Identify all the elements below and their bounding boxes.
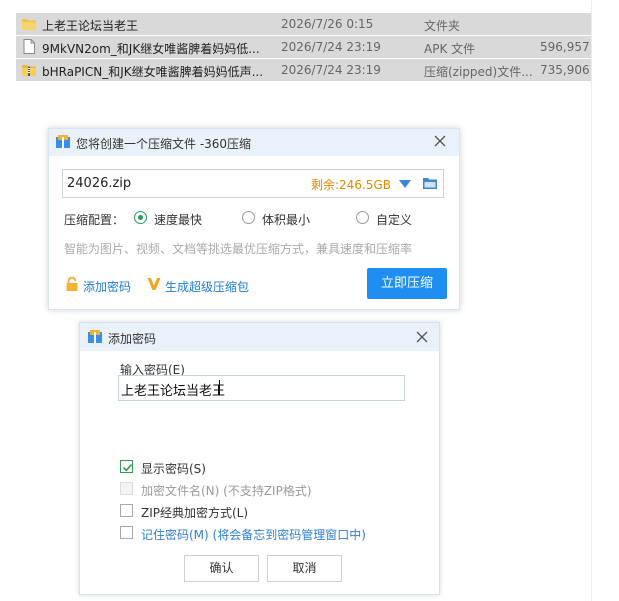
file-type: 文件夹	[424, 19, 461, 33]
file-row[interactable]: 9MkVN2om_和JK继女唯酱脾着妈妈低... 2026/7/24 23:19…	[16, 35, 619, 58]
chevron-down-icon[interactable]	[399, 179, 411, 189]
file-name: 9MkVN2om_和JK继女唯酱脾着妈妈低...	[42, 42, 260, 56]
left-margin	[0, 0, 16, 80]
archive-path-field[interactable]: 24026.zip 剩余:246.5GB	[62, 169, 444, 198]
checkbox-icon[interactable]	[120, 526, 133, 539]
ok-button[interactable]: 确认	[184, 555, 259, 582]
checkbox-icon[interactable]	[120, 504, 133, 517]
compress-dialog-title: 您将创建一个压缩文件 -360压缩	[76, 137, 252, 151]
text-caret	[219, 380, 220, 395]
file-name: bHRaPICN_和JK继女唯酱脾着妈妈低声...	[42, 65, 264, 79]
compress-config-label: 压缩配置：	[64, 213, 125, 227]
file-date: 2026/7/26 0:15	[281, 17, 374, 31]
compress-now-button[interactable]: 立即压缩	[367, 268, 447, 299]
checkbox-label: 加密文件名(N) (不支持ZIP格式)	[141, 484, 312, 498]
radio-label: 自定义	[376, 213, 413, 227]
add-password-label[interactable]: 添加密码	[83, 278, 131, 295]
file-size: 596,957	[540, 40, 590, 54]
file-size: 735,906	[540, 63, 590, 77]
v-badge-icon	[147, 278, 161, 290]
scrollbar-track[interactable]	[591, 0, 619, 601]
radio-selected-icon[interactable]	[134, 211, 147, 224]
file-row[interactable]: 上老王论坛当老王 2026/7/26 0:15 文件夹	[16, 12, 619, 35]
file-date: 2026/7/24 23:19	[281, 40, 381, 54]
password-dialog: 添加密码 输入密码(E) 上老王论坛当老王 显示密码(S) 加密文件名(N) (…	[79, 322, 440, 595]
password-field[interactable]: 上老王论坛当老王	[118, 375, 405, 401]
folder-browse-icon[interactable]	[423, 176, 437, 189]
file-type: APK 文件	[424, 42, 476, 56]
free-space-label: 剩余:246.5GB	[311, 178, 391, 192]
file-name: 上老王论坛当老王	[42, 19, 139, 33]
folder-icon	[22, 19, 36, 30]
zip-folder-icon	[22, 65, 36, 76]
super-pack-label[interactable]: 生成超级压缩包	[165, 278, 249, 295]
compress-dialog-titlebar[interactable]: 您将创建一个压缩文件 -360压缩	[49, 129, 459, 156]
lock-icon	[66, 277, 78, 291]
close-icon[interactable]	[413, 328, 431, 346]
checkbox-disabled-icon	[120, 482, 133, 495]
document-icon	[23, 39, 35, 54]
checkbox-label: 记住密码(M) (将会备忘到密码管理窗口中)	[141, 528, 366, 542]
radio-label: 体积最小	[262, 213, 311, 227]
file-date: 2026/7/24 23:19	[281, 63, 381, 77]
checkbox-checked-icon[interactable]	[120, 460, 133, 473]
archive-app-icon	[56, 135, 70, 148]
password-dialog-titlebar[interactable]: 添加密码	[80, 323, 439, 351]
radio-icon[interactable]	[356, 211, 369, 224]
cancel-button[interactable]: 取消	[267, 555, 342, 582]
archive-app-icon	[88, 330, 102, 343]
compress-hint: 智能为图片、视频、文档等挑选最优压缩方式，兼具速度和压缩率	[64, 242, 413, 256]
password-dialog-title: 添加密码	[108, 332, 157, 346]
file-row[interactable]: bHRaPICN_和JK继女唯酱脾着妈妈低声... 2026/7/24 23:1…	[16, 58, 619, 81]
file-list: 上老王论坛当老王 2026/7/26 0:15 文件夹 9MkVN2om_和JK…	[16, 12, 619, 81]
compress-dialog: 您将创建一个压缩文件 -360压缩 24026.zip 剩余:246.5GB 压…	[48, 128, 460, 310]
radio-label: 速度最快	[154, 213, 203, 227]
checkbox-label: 显示密码(S)	[141, 462, 206, 476]
checkbox-label: ZIP经典加密方式(L)	[141, 506, 249, 520]
radio-icon[interactable]	[242, 211, 255, 224]
password-value[interactable]: 上老王论坛当老王	[121, 380, 225, 399]
archive-filename[interactable]: 24026.zip	[67, 176, 131, 191]
file-type: 压缩(zipped)文件...	[424, 65, 533, 79]
close-icon[interactable]	[431, 132, 449, 150]
compress-config-row: 压缩配置： 速度最快 体积最小 自定义	[64, 209, 444, 229]
